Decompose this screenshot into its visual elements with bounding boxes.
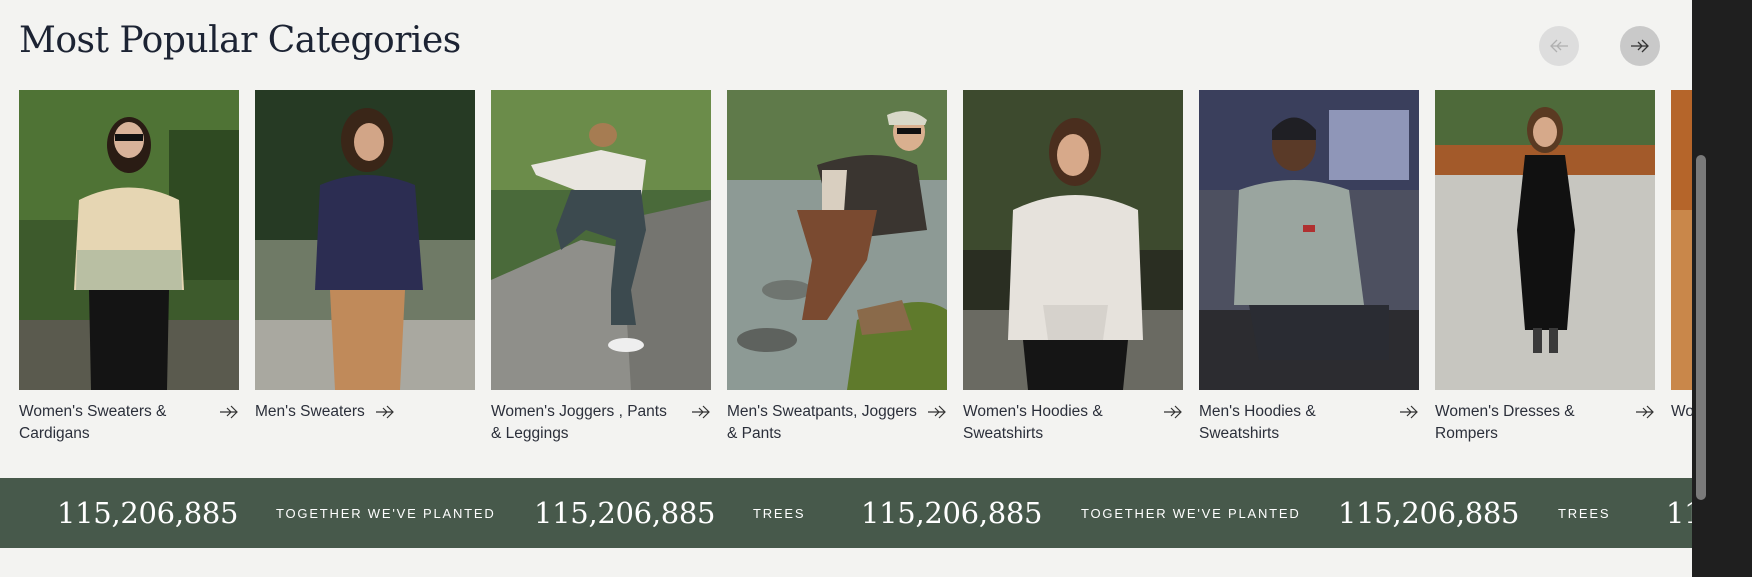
trees-count: 115,206,885	[1338, 496, 1520, 530]
category-label: Women's Dresses & Rompers	[1435, 403, 1575, 442]
category-photo	[727, 90, 947, 390]
category-label: Wo	[1671, 403, 1693, 420]
category-photo	[1199, 90, 1419, 390]
category-label: Women's Hoodies & Sweatshirts	[963, 403, 1103, 442]
banner-unit: TREES	[1558, 505, 1611, 521]
category-card[interactable]: Men's Sweaters	[255, 90, 475, 445]
category-label: Men's Sweaters	[255, 403, 365, 420]
category-carousel[interactable]: Women's Sweaters & Cardigans Men's Sweat…	[19, 90, 1693, 460]
carousel-prev-button[interactable]	[1539, 26, 1579, 66]
arrow-right-icon	[1635, 405, 1655, 419]
arrow-right-icon	[1163, 405, 1183, 419]
trees-planted-banner: 115,206,885 TOGETHER WE'VE PLANTED 115,2…	[0, 478, 1692, 548]
banner-unit: TREES	[753, 505, 806, 521]
category-card[interactable]: Men's Sweatpants, Joggers & Pants	[727, 90, 947, 445]
trees-count-fragment: 115	[1666, 496, 1692, 530]
category-label: Men's Hoodies & Sweatshirts	[1199, 403, 1316, 442]
arrow-right-icon	[219, 405, 239, 419]
banner-tagline: TOGETHER WE'VE PLANTED	[276, 505, 496, 521]
trees-count: 115,206,885	[534, 496, 716, 530]
category-photo	[1671, 90, 1693, 390]
arrow-right-icon	[927, 405, 947, 419]
category-card[interactable]: Wo	[1671, 90, 1693, 445]
category-card[interactable]: Women's Joggers , Pants & Leggings	[491, 90, 711, 445]
category-photo	[963, 90, 1183, 390]
trees-count: 115,206,885	[861, 496, 1043, 530]
category-photo	[19, 90, 239, 390]
section-title: Most Popular Categories	[19, 20, 461, 61]
arrow-right-icon	[375, 405, 395, 419]
category-label: Men's Sweatpants, Joggers & Pants	[727, 403, 917, 442]
arrow-right-icon	[691, 405, 711, 419]
category-photo	[255, 90, 475, 390]
scrollbar-thumb[interactable]	[1696, 155, 1706, 500]
arrow-right-icon	[1399, 405, 1419, 419]
arrow-left-icon	[1550, 39, 1568, 53]
carousel-next-button[interactable]	[1620, 26, 1660, 66]
category-photo	[491, 90, 711, 390]
trees-count: 115,206,885	[57, 496, 239, 530]
category-card[interactable]: Women's Hoodies & Sweatshirts	[963, 90, 1183, 445]
category-label: Women's Joggers , Pants & Leggings	[491, 403, 667, 442]
category-card[interactable]: Women's Dresses & Rompers	[1435, 90, 1655, 445]
category-label: Women's Sweaters & Cardigans	[19, 403, 167, 442]
banner-tagline: TOGETHER WE'VE PLANTED	[1081, 505, 1301, 521]
arrow-right-icon	[1631, 39, 1649, 53]
category-photo	[1435, 90, 1655, 390]
category-card[interactable]: Women's Sweaters & Cardigans	[19, 90, 239, 445]
category-card[interactable]: Men's Hoodies & Sweatshirts	[1199, 90, 1419, 445]
